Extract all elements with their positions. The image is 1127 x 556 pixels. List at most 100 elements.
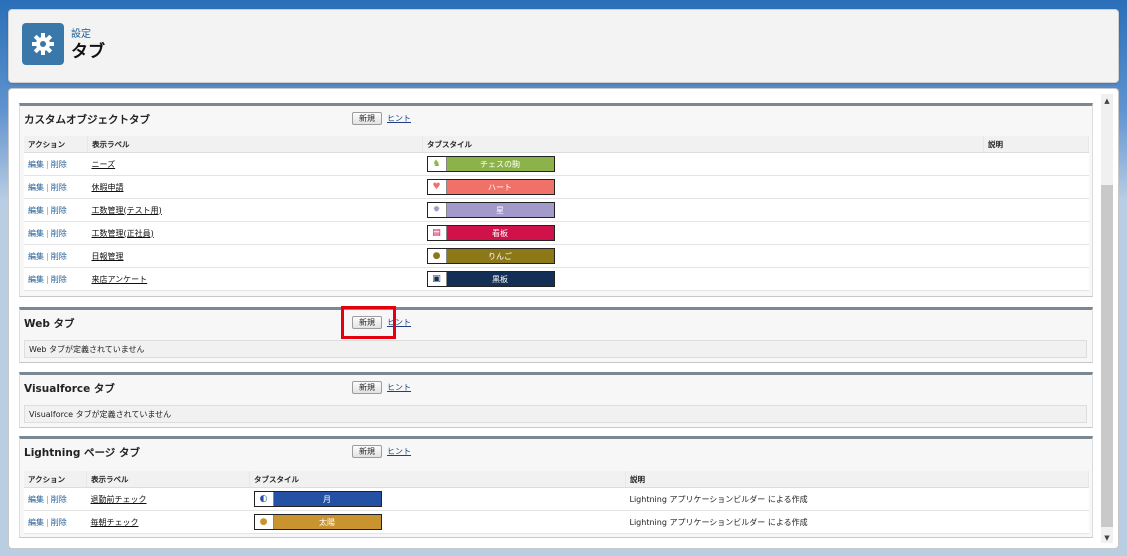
- tab-label-link[interactable]: 工数管理(テスト用): [92, 206, 162, 215]
- delete-link[interactable]: 削除: [51, 518, 67, 527]
- section-title: Web タブ: [24, 318, 75, 330]
- style-cell: ● 太陽: [249, 510, 626, 534]
- column-header: タブスタイル: [249, 471, 626, 488]
- column-header: 説明: [983, 136, 1089, 153]
- tab-label-link[interactable]: 退勤前チェック: [91, 495, 147, 504]
- moon-icon: ◐: [254, 492, 274, 506]
- table-row: 編集 | 削除 工数管理(テスト用) ✹ 星: [24, 198, 1089, 222]
- tab-style-name: 星: [496, 205, 504, 215]
- description-cell: [983, 175, 1089, 199]
- column-header: アクション: [24, 136, 88, 153]
- content-panel: ▲ ▼ カスタムオブジェクトタブ 新規 ヒント アクション 表示ラベル タブスタ…: [8, 88, 1119, 549]
- action-cell: 編集 | 削除: [24, 267, 88, 291]
- scrollbar-thumb[interactable]: [1101, 185, 1113, 527]
- empty-message: Web タブが定義されていません: [24, 340, 1087, 358]
- table-row: 編集 | 削除 工数管理(正社員) ▤ 看板: [24, 221, 1089, 245]
- action-cell: 編集 | 削除: [24, 487, 87, 511]
- table-row: 編集 | 削除 来店アンケート ▣ 黒板: [24, 267, 1089, 291]
- label-cell: ニーズ: [87, 152, 423, 176]
- table-row: 編集 | 削除 退勤前チェック ◐ 月 Lightning アプリケーションビルダー による…: [24, 487, 1089, 511]
- tab-style-swatch: ♞ チェスの駒: [426, 156, 555, 172]
- style-cell: ▣ 黒板: [422, 267, 984, 291]
- tab-label-link[interactable]: 来店アンケート: [92, 275, 148, 284]
- edit-link[interactable]: 編集: [28, 160, 44, 169]
- style-cell: ✹ 星: [422, 198, 984, 222]
- gear-icon: [22, 23, 64, 65]
- tab-style-name: 黒板: [492, 274, 508, 284]
- hint-link[interactable]: ヒント: [387, 113, 411, 124]
- column-header: タブスタイル: [422, 136, 984, 153]
- scroll-up-arrow-icon[interactable]: ▲: [1101, 95, 1113, 107]
- tab-label-link[interactable]: 工数管理(正社員): [92, 229, 154, 238]
- description-cell: Lightning アプリケーションビルダー による作成: [625, 510, 1089, 534]
- delete-link[interactable]: 削除: [51, 183, 67, 192]
- style-cell: ♞ チェスの駒: [422, 152, 984, 176]
- action-cell: 編集 | 削除: [24, 175, 88, 199]
- tab-style-name: 月: [323, 494, 331, 504]
- section-title: Visualforce タブ: [24, 383, 115, 395]
- section-title: Lightning ページ タブ: [24, 447, 140, 459]
- hint-link[interactable]: ヒント: [387, 446, 411, 457]
- action-cell: 編集 | 削除: [24, 244, 88, 268]
- delete-link[interactable]: 削除: [51, 160, 67, 169]
- label-cell: 工数管理(正社員): [87, 221, 423, 245]
- delete-link[interactable]: 削除: [51, 495, 67, 504]
- tab-label-link[interactable]: 日報管理: [92, 252, 124, 261]
- edit-link[interactable]: 編集: [28, 495, 44, 504]
- signboard-icon: ▤: [427, 226, 447, 240]
- tab-style-swatch: ♥ ハート: [426, 179, 555, 195]
- empty-message: Visualforce タブが定義されていません: [24, 405, 1087, 423]
- delete-link[interactable]: 削除: [51, 275, 67, 284]
- action-cell: 編集 | 削除: [24, 221, 88, 245]
- new-lightning-tab-button[interactable]: 新規: [352, 445, 382, 458]
- separator: |: [46, 494, 49, 504]
- tab-label-link[interactable]: ニーズ: [92, 160, 116, 169]
- hint-link[interactable]: ヒント: [387, 382, 411, 393]
- tab-style-swatch: ✹ 星: [426, 202, 555, 218]
- tab-label-link[interactable]: 毎朝チェック: [91, 518, 139, 527]
- tab-label-link[interactable]: 休暇申請: [92, 183, 124, 192]
- new-custom-tab-button[interactable]: 新規: [352, 112, 382, 125]
- tab-style-swatch: ◐ 月: [253, 491, 382, 507]
- edit-link[interactable]: 編集: [28, 183, 44, 192]
- style-cell: ♥ ハート: [422, 175, 984, 199]
- action-cell: 編集 | 削除: [24, 510, 87, 534]
- delete-link[interactable]: 削除: [51, 206, 67, 215]
- style-cell: ● りんご: [422, 244, 984, 268]
- new-visualforce-tab-button[interactable]: 新規: [352, 381, 382, 394]
- edit-link[interactable]: 編集: [28, 518, 44, 527]
- delete-link[interactable]: 削除: [51, 252, 67, 261]
- action-cell: 編集 | 削除: [24, 198, 88, 222]
- table-row: 編集 | 削除 ニーズ ♞ チェスの駒: [24, 152, 1089, 176]
- label-cell: 日報管理: [87, 244, 423, 268]
- edit-link[interactable]: 編集: [28, 229, 44, 238]
- chess-knight-icon: ♞: [427, 157, 447, 171]
- column-header: アクション: [24, 471, 87, 488]
- style-cell: ▤ 看板: [422, 221, 984, 245]
- separator: |: [46, 251, 49, 261]
- highlight-box: [341, 306, 396, 339]
- separator: |: [46, 182, 49, 192]
- edit-link[interactable]: 編集: [28, 252, 44, 261]
- lightning-tabs-table: アクション 表示ラベル タブスタイル 説明 編集 | 削除 退勤前チェック ◐ 月 Ligh…: [24, 471, 1089, 534]
- column-header: 表示ラベル: [86, 471, 250, 488]
- tab-style-name: 看板: [492, 228, 508, 238]
- apple-icon: ●: [427, 249, 447, 263]
- star-icon: ✹: [427, 203, 447, 217]
- scroll-down-arrow-icon[interactable]: ▼: [1101, 532, 1113, 544]
- lightning-page-tabs-section: Lightning ページ タブ 新規 ヒント アクション 表示ラベル タブスタ…: [19, 436, 1093, 538]
- column-header: 説明: [625, 471, 1089, 488]
- table-row: 編集 | 削除 毎朝チェック ● 太陽 Lightning アプリケーションビルダー による…: [24, 510, 1089, 534]
- table-row: 編集 | 削除 休暇申請 ♥ ハート: [24, 175, 1089, 199]
- section-title: カスタムオブジェクトタブ: [24, 114, 150, 126]
- edit-link[interactable]: 編集: [28, 206, 44, 215]
- tab-style-swatch: ▤ 看板: [426, 225, 555, 241]
- separator: |: [46, 205, 49, 215]
- separator: |: [46, 228, 49, 238]
- delete-link[interactable]: 削除: [51, 229, 67, 238]
- web-tabs-section: Web タブ 新規 ヒント Web タブが定義されていません: [19, 307, 1093, 363]
- action-cell: 編集 | 削除: [24, 152, 88, 176]
- page-header: 設定 タブ: [8, 9, 1119, 83]
- page-title: タブ: [71, 42, 105, 62]
- edit-link[interactable]: 編集: [28, 275, 44, 284]
